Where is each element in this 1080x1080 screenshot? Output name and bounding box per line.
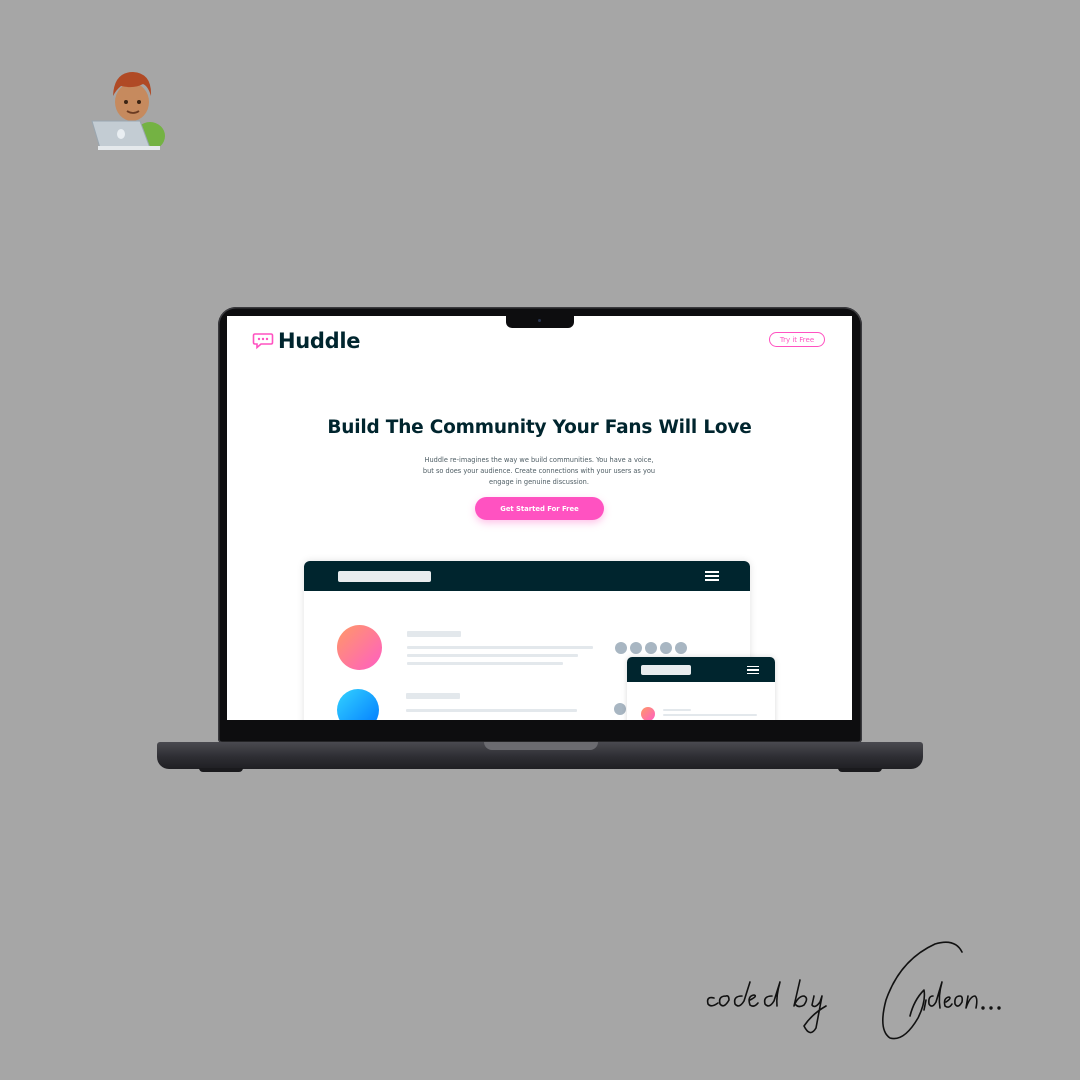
text-placeholder xyxy=(407,631,461,637)
user-dot xyxy=(630,642,642,654)
text-placeholder xyxy=(407,646,593,649)
menu-icon xyxy=(705,571,719,583)
laptop-foot xyxy=(199,768,243,772)
text-placeholder xyxy=(407,662,563,665)
signature xyxy=(706,941,1001,1040)
text-placeholder xyxy=(406,693,460,699)
user-dot xyxy=(645,642,657,654)
avatar xyxy=(641,707,655,720)
try-it-free-button[interactable]: Try it Free xyxy=(769,332,825,347)
mockup-mobile-window xyxy=(627,657,775,720)
avatar xyxy=(337,625,382,670)
mockup-header xyxy=(304,561,750,591)
text-placeholder xyxy=(663,709,691,711)
technologist-icon xyxy=(91,72,165,150)
laptop-groove xyxy=(484,742,598,750)
laptop-foot xyxy=(838,768,882,772)
get-started-button[interactable]: Get Started For Free xyxy=(475,497,604,520)
text-placeholder xyxy=(663,714,757,716)
laptop-screen: Huddle Try it Free Build The Community Y… xyxy=(227,316,852,720)
text-placeholder xyxy=(406,709,577,712)
chat-bubble-icon xyxy=(252,333,274,350)
laptop-notch xyxy=(506,316,574,328)
logo-text: Huddle xyxy=(278,329,361,353)
mockup-title-placeholder xyxy=(338,571,431,582)
camera-icon xyxy=(538,319,541,322)
menu-icon xyxy=(747,666,759,676)
text-placeholder xyxy=(407,654,578,657)
user-dot xyxy=(615,642,627,654)
laptop-base xyxy=(157,742,923,769)
hero-title: Build The Community Your Fans Will Love xyxy=(327,417,752,438)
user-dot xyxy=(660,642,672,654)
avatar xyxy=(337,689,379,720)
huddle-logo[interactable]: Huddle xyxy=(252,329,361,353)
mockup-title-placeholder xyxy=(641,665,691,675)
user-dot xyxy=(675,642,687,654)
hero-description: Huddle re-imagines the way we build comm… xyxy=(422,456,656,486)
mockup-mobile-header xyxy=(627,657,775,682)
user-dot xyxy=(614,703,626,715)
